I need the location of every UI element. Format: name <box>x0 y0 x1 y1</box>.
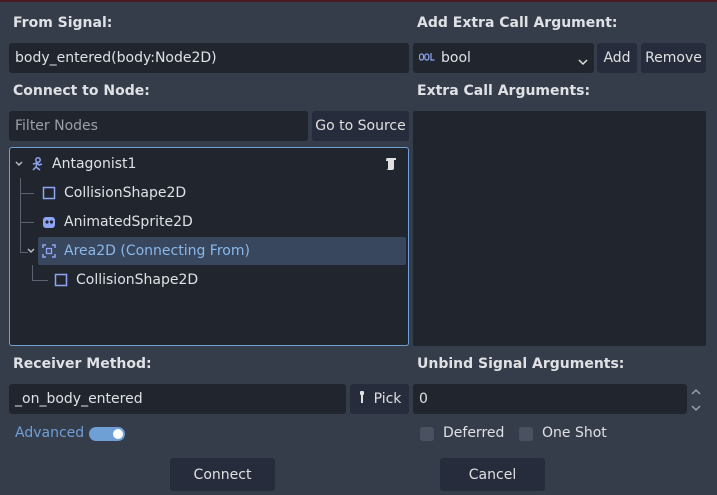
receiver-method-label: Receiver Method: <box>13 356 152 372</box>
extra-call-arguments-panel[interactable] <box>413 111 706 346</box>
argument-type-select[interactable]: bool <box>413 43 594 73</box>
bool-type-icon <box>418 50 435 66</box>
tree-item-label: Antagonist1 <box>52 156 137 172</box>
tree-item-area2d[interactable]: Area2D (Connecting From) <box>27 237 406 265</box>
tree-line-vertical-2 <box>32 265 33 281</box>
tree-item-label: Area2D (Connecting From) <box>64 243 250 259</box>
tree-line-h1 <box>20 193 34 194</box>
filter-nodes-input[interactable]: Filter Nodes <box>9 111 308 141</box>
tree-item-label: CollisionShape2D <box>64 185 187 201</box>
script-icon[interactable] <box>384 157 398 175</box>
one-shot-checkbox[interactable] <box>519 427 533 445</box>
spin-up-arrow-icon[interactable] <box>690 385 702 401</box>
collision-shape-icon <box>54 273 68 287</box>
tree-line-h4 <box>32 280 48 281</box>
tree-line-h2 <box>20 222 34 223</box>
from-signal-field[interactable]: body_entered(body:Node2D) <box>9 43 409 73</box>
tree-item-collisionshape2d-child[interactable]: CollisionShape2D <box>52 266 406 294</box>
pick-label: Pick <box>373 391 402 407</box>
receiver-method-value: _on_body_entered <box>15 391 143 407</box>
one-shot-label: One Shot <box>542 425 607 441</box>
add-extra-call-argument-label: Add Extra Call Argument: <box>417 15 618 31</box>
filter-nodes-placeholder: Filter Nodes <box>15 118 98 134</box>
spin-down-arrow-icon[interactable] <box>690 401 702 417</box>
unbind-signal-arguments-spinbox[interactable]: 0 <box>413 384 687 414</box>
unbind-signal-arguments-label: Unbind Signal Arguments: <box>417 356 625 372</box>
receiver-method-input[interactable]: _on_body_entered <box>9 384 346 414</box>
add-argument-button[interactable]: Add <box>597 43 637 73</box>
pick-icon <box>358 390 366 408</box>
advanced-toggle[interactable] <box>89 427 125 441</box>
remove-argument-button[interactable]: Remove <box>641 43 706 73</box>
from-signal-value: body_entered(body:Node2D) <box>15 50 217 66</box>
one-shot-checkbox-box[interactable] <box>519 427 533 441</box>
chevron-down-icon <box>578 54 588 70</box>
deferred-label: Deferred <box>443 425 505 441</box>
pick-button[interactable]: Pick <box>350 384 409 414</box>
node-tree[interactable]: Antagonist1 CollisionShape2D AnimatedSpr… <box>9 147 409 346</box>
extra-call-arguments-label: Extra Call Arguments: <box>417 83 591 99</box>
chevron-down-icon[interactable] <box>26 246 36 256</box>
area2d-icon <box>42 244 56 258</box>
animated-sprite-icon <box>42 215 56 229</box>
character-body-icon <box>30 157 44 171</box>
window-top-border <box>0 0 717 2</box>
unbind-value: 0 <box>419 391 428 407</box>
argument-type-value: bool <box>441 50 471 66</box>
tree-item-animatedsprite2d[interactable]: AnimatedSprite2D <box>40 208 406 236</box>
cancel-button[interactable]: Cancel <box>440 458 545 491</box>
from-signal-label: From Signal: <box>13 15 113 31</box>
connect-to-node-label: Connect to Node: <box>13 83 150 99</box>
tree-item-label: CollisionShape2D <box>76 272 199 288</box>
chevron-down-icon[interactable] <box>12 159 26 169</box>
advanced-label: Advanced <box>15 425 85 441</box>
tree-item-collisionshape2d[interactable]: CollisionShape2D <box>40 179 406 207</box>
tree-item-label: AnimatedSprite2D <box>64 214 193 230</box>
tree-item-antagonist1[interactable]: Antagonist1 <box>12 150 406 178</box>
collision-shape-icon <box>42 186 56 200</box>
deferred-checkbox[interactable] <box>420 427 434 445</box>
tree-line-vertical <box>20 178 21 253</box>
toggle-knob <box>113 429 123 439</box>
deferred-checkbox-box[interactable] <box>420 427 434 441</box>
go-to-source-button[interactable]: Go to Source <box>312 111 409 141</box>
connect-button[interactable]: Connect <box>170 458 275 491</box>
